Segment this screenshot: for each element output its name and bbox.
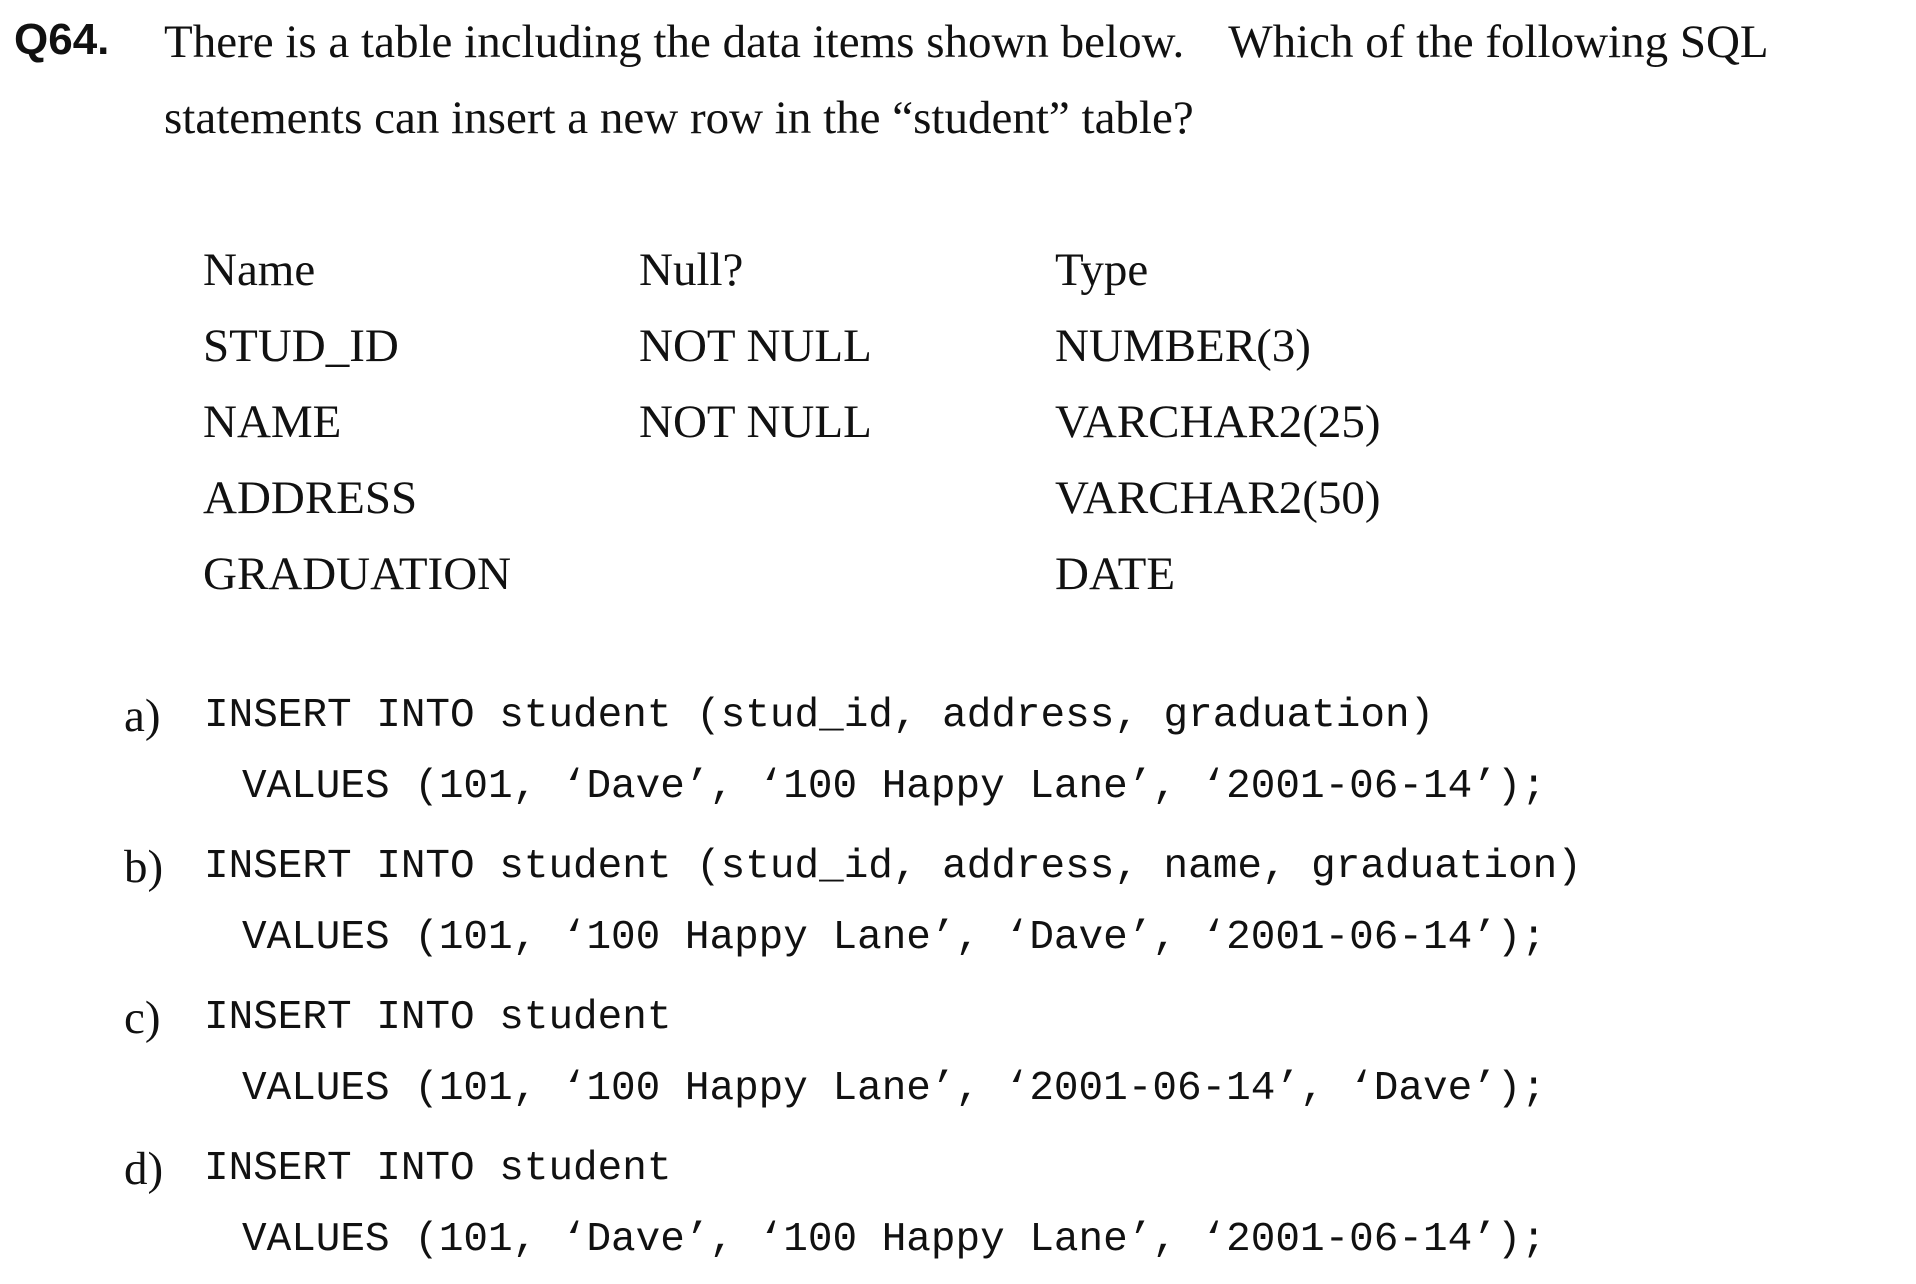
option-sql-line-1: INSERT INTO student — [204, 995, 672, 1041]
option-sql-line-2: VALUES (101, ‘100 Happy Lane’, ‘2001-06-… — [242, 1066, 1547, 1112]
column-name: GRADUATION — [203, 548, 512, 600]
column-name: STUD_ID — [203, 320, 399, 372]
header-name: Name — [203, 244, 316, 296]
column-type: NUMBER(3) — [1055, 320, 1311, 372]
option-label: b) — [124, 841, 164, 893]
question-stem-line-1: There is a table including the data item… — [164, 4, 1914, 80]
option-sql-line-2: VALUES (101, ‘100 Happy Lane’, ‘Dave’, ‘… — [242, 915, 1547, 961]
question-number: Q64. — [14, 15, 110, 64]
option-label: d) — [124, 1143, 164, 1195]
question-stem-part-2: Which of the following SQL — [1228, 16, 1769, 68]
header-type: Type — [1055, 244, 1149, 296]
option-sql-line-2: VALUES (101, ‘Dave’, ‘100 Happy Lane’, ‘… — [242, 1217, 1547, 1263]
option-label: c) — [124, 992, 161, 1044]
question-stem-part-1: There is a table including the data item… — [164, 16, 1185, 68]
column-name: ADDRESS — [203, 472, 418, 524]
question-stem-line-2: statements can insert a new row in the “… — [164, 92, 1194, 144]
column-null: NOT NULL — [639, 320, 872, 372]
question-stem: There is a table including the data item… — [164, 4, 1914, 156]
option-sql-line-1: INSERT INTO student (stud_id, address, n… — [204, 844, 1582, 890]
column-name: NAME — [203, 396, 342, 448]
column-type: VARCHAR2(25) — [1055, 396, 1381, 448]
option-label: a) — [124, 690, 161, 742]
header-null: Null? — [639, 244, 744, 296]
option-sql-line-1: INSERT INTO student (stud_id, address, g… — [204, 693, 1435, 739]
option-sql-line-2: VALUES (101, ‘Dave’, ‘100 Happy Lane’, ‘… — [242, 764, 1547, 810]
column-type: VARCHAR2(50) — [1055, 472, 1381, 524]
option-sql-line-1: INSERT INTO student — [204, 1146, 672, 1192]
column-null: NOT NULL — [639, 396, 872, 448]
column-type: DATE — [1055, 548, 1176, 600]
